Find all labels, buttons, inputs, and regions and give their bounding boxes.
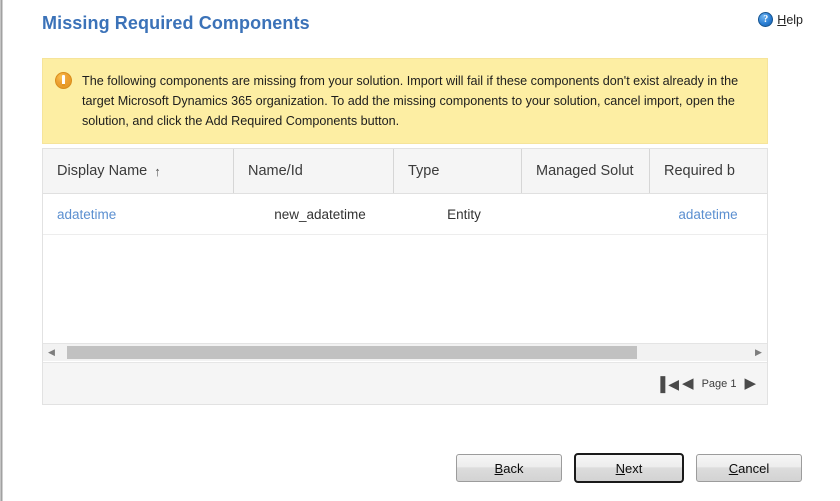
- column-header-managed-solution-label: Managed Solut: [536, 163, 634, 179]
- column-header-display-name-label: Display Name: [57, 163, 148, 179]
- back-button-label-rest: ack: [503, 460, 524, 476]
- cell-managed-solution: [521, 194, 649, 234]
- warning-message: The following components are missing fro…: [82, 74, 739, 128]
- page-header: Missing Required Components ? Help: [4, 0, 840, 52]
- column-header-name-id[interactable]: Name/Id: [233, 149, 393, 193]
- scrollbar-track[interactable]: [60, 346, 750, 359]
- scrollbar-thumb[interactable]: [67, 346, 637, 359]
- column-header-required-by[interactable]: Required b: [649, 149, 767, 193]
- wizard-page: Missing Required Components ? Help The f…: [4, 0, 840, 501]
- next-page-button[interactable]: ▶: [743, 374, 757, 393]
- missing-components-grid: Display Name ↑ Name/Id Type Managed Solu…: [42, 148, 768, 405]
- column-header-type[interactable]: Type: [393, 149, 521, 193]
- grid-body: adatetime new_adatetime Entity adatetime: [43, 194, 767, 362]
- display-name-link[interactable]: adatetime: [57, 207, 116, 222]
- next-button-accesskey: N: [615, 460, 626, 476]
- grid-pager: ▌ ◀ ◀ Page 1 ▶: [43, 362, 767, 404]
- help-label: Help: [777, 13, 803, 27]
- column-header-required-by-label: Required b: [664, 163, 735, 179]
- table-row[interactable]: adatetime new_adatetime Entity adatetime: [43, 194, 767, 235]
- cancel-button[interactable]: Cancel: [696, 454, 802, 482]
- column-header-type-label: Type: [408, 163, 440, 179]
- cancel-button-accesskey: C: [728, 460, 739, 476]
- scroll-right-arrow[interactable]: ▶: [750, 344, 767, 361]
- required-by-link[interactable]: adatetime: [678, 207, 737, 222]
- warning-exclamation-icon: [55, 72, 72, 89]
- cell-required-by: adatetime: [649, 194, 767, 234]
- previous-page-button[interactable]: ◀: [681, 374, 695, 393]
- sort-ascending-arrow: ↑: [154, 163, 161, 179]
- column-header-display-name[interactable]: Display Name ↑: [43, 149, 233, 193]
- horizontal-scrollbar[interactable]: ◀ ▶: [43, 343, 767, 361]
- first-page-arrow-icon: ◀: [668, 375, 679, 392]
- next-button-label-rest: ext: [625, 460, 643, 476]
- cell-display-name: adatetime: [43, 194, 233, 234]
- cancel-button-label-rest: ancel: [738, 460, 770, 476]
- scroll-left-arrow[interactable]: ◀: [43, 344, 60, 361]
- first-page-button[interactable]: ▌ ◀: [659, 375, 679, 393]
- warning-banner: The following components are missing fro…: [42, 58, 768, 144]
- help-link[interactable]: ? Help: [758, 12, 803, 27]
- grid-header-row: Display Name ↑ Name/Id Type Managed Solu…: [43, 149, 767, 194]
- help-label-rest: elp: [786, 12, 803, 27]
- page-indicator: Page 1: [701, 377, 737, 390]
- cell-name-id: new_adatetime: [274, 206, 366, 222]
- back-button-accesskey: B: [494, 460, 504, 476]
- column-header-name-id-label: Name/Id: [248, 163, 303, 179]
- cell-type: Entity: [447, 206, 481, 222]
- back-button[interactable]: Back: [456, 454, 562, 482]
- window-border: [0, 0, 3, 501]
- help-accesskey: H: [777, 12, 787, 27]
- page-title: Missing Required Components: [42, 13, 310, 33]
- next-button[interactable]: Next: [574, 453, 684, 483]
- wizard-footer: Back Next Cancel: [4, 451, 840, 485]
- column-header-managed-solution[interactable]: Managed Solut: [521, 149, 649, 193]
- help-circle-icon: ?: [758, 12, 774, 27]
